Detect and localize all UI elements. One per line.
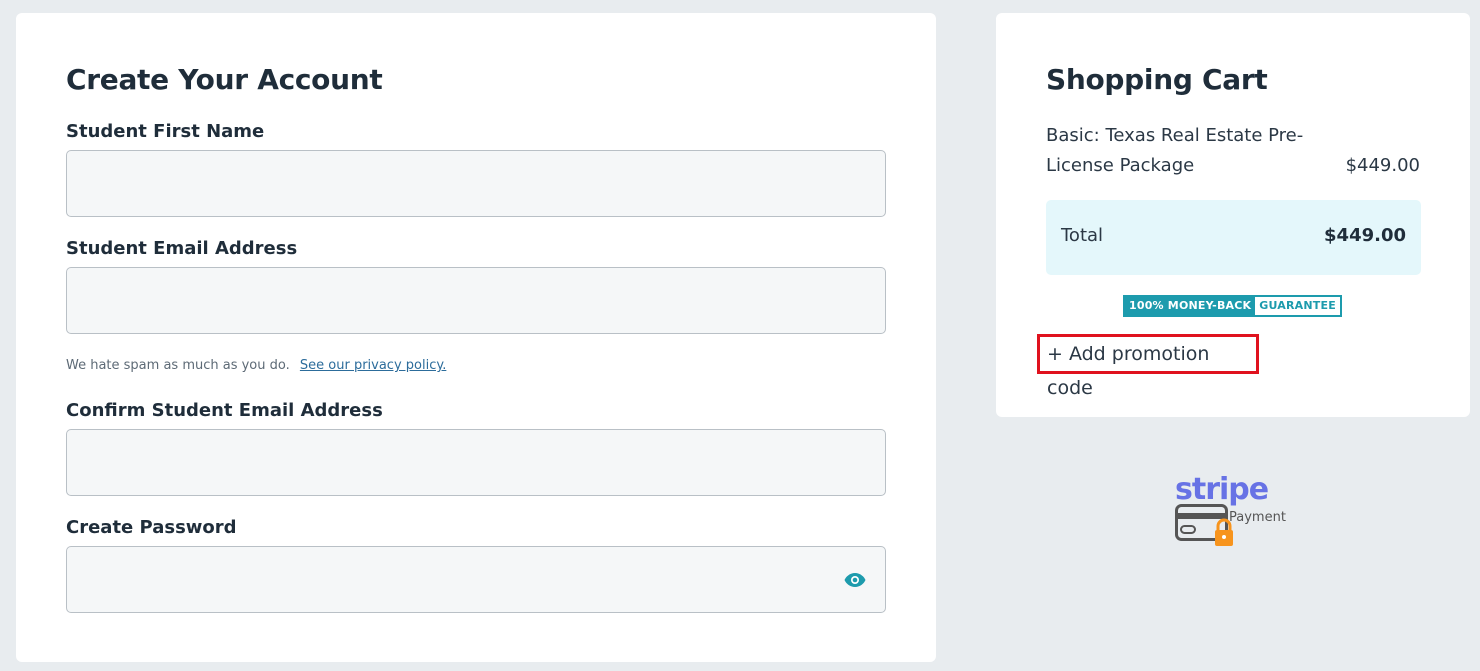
confirm-email-input[interactable] [67, 430, 885, 495]
money-back-guarantee-badge: 100% MONEY-BACK GUARANTEE [1123, 295, 1342, 317]
cart-title: Shopping Cart [1046, 63, 1268, 96]
email-label: Student Email Address [66, 238, 298, 259]
cart-item-name: Basic: Texas Real Estate Pre-License Pac… [1046, 125, 1304, 176]
show-password-eye-icon[interactable] [843, 568, 867, 592]
first-name-input[interactable] [67, 151, 885, 216]
password-input[interactable] [67, 547, 885, 612]
first-name-field[interactable] [66, 150, 886, 217]
badge-right-text: GUARANTEE [1255, 297, 1340, 315]
badge-left-text: 100% MONEY-BACK [1125, 297, 1256, 315]
email-field[interactable] [66, 267, 886, 334]
total-label: Total [1061, 225, 1104, 246]
password-label: Create Password [66, 517, 237, 538]
stripe-payment-logo: stripe Payment [1175, 472, 1295, 552]
stripe-payment-caption: Payment [1229, 510, 1286, 525]
privacy-policy-link[interactable]: See our privacy policy. [300, 358, 446, 373]
confirm-email-field[interactable] [66, 429, 886, 496]
first-name-label: Student First Name [66, 121, 265, 142]
total-box: Total $449.00 [1046, 200, 1421, 275]
account-title: Create Your Account [66, 63, 383, 96]
total-value: $449.00 [1324, 225, 1406, 246]
shopping-cart-card: Shopping Cart Basic: Texas Real Estate P… [996, 13, 1470, 417]
password-field[interactable] [66, 546, 886, 613]
credit-card-lock-icon [1175, 504, 1233, 546]
confirm-email-label: Confirm Student Email Address [66, 400, 383, 421]
email-input[interactable] [67, 268, 885, 333]
cart-item-price: $449.00 [1345, 155, 1420, 176]
create-account-card: Create Your Account Student First Name S… [16, 13, 936, 662]
spam-note: We hate spam as much as you do. [66, 358, 290, 373]
stripe-wordmark: stripe [1175, 472, 1269, 507]
add-promotion-code-link[interactable]: + Add promotion code [1037, 334, 1259, 399]
spam-hint: We hate spam as much as you do. See our … [66, 358, 446, 373]
